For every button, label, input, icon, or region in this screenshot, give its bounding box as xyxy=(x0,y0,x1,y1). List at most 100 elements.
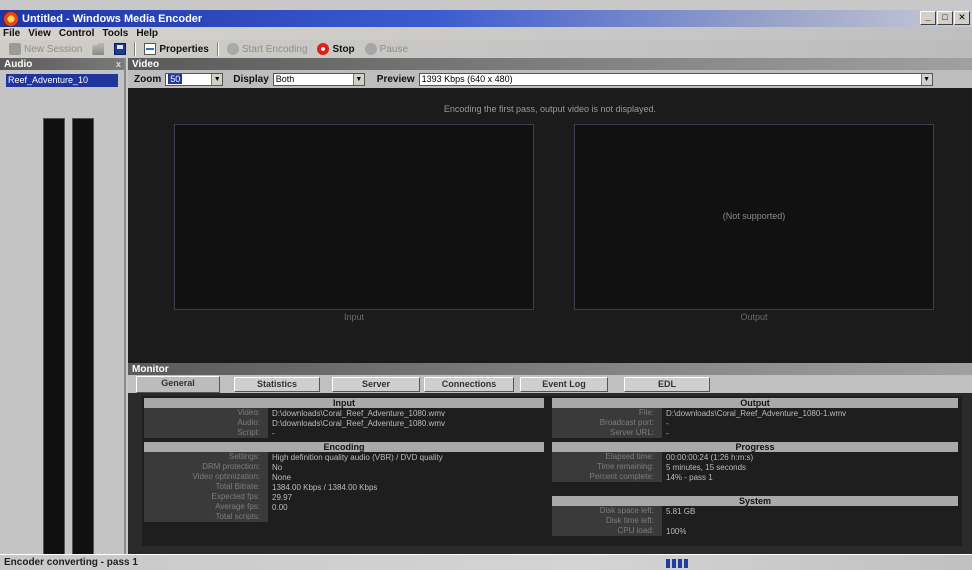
tab-server[interactable]: Server xyxy=(332,377,420,392)
status-bar: Encoder converting - pass 1 xyxy=(0,554,972,570)
menu-control[interactable]: Control xyxy=(59,28,95,39)
start-encoding-icon xyxy=(226,43,239,55)
open-button[interactable] xyxy=(87,41,109,57)
status-text: Encoder converting - pass 1 xyxy=(4,557,138,568)
row-label: Time remaining: xyxy=(552,462,662,472)
row-label: Audio: xyxy=(144,418,268,428)
row-label: Disk space left: xyxy=(552,506,662,516)
row-value: High definition quality audio (VBR) / DV… xyxy=(272,452,443,462)
audio-meter-right xyxy=(72,118,94,568)
zoom-value: 50 xyxy=(168,74,183,84)
row-label: Total scripts: xyxy=(144,512,268,522)
info-row: Settings: High definition quality audio (… xyxy=(144,452,544,462)
properties-label: Properties xyxy=(159,43,209,55)
info-row: Video: D:\downloads\Coral_Reef_Adventure_… xyxy=(144,408,544,418)
not-supported-text: (Not supported) xyxy=(722,211,786,221)
properties-button[interactable]: Properties xyxy=(139,41,213,57)
display-select[interactable]: Both ▼ xyxy=(272,72,365,86)
system-section: System Disk space left: 5.81 GB Disk time… xyxy=(552,496,958,536)
tab-statistics[interactable]: Statistics xyxy=(234,377,320,392)
stop-button[interactable]: Stop xyxy=(312,41,359,57)
toolbar-separator xyxy=(134,42,137,56)
zoom-label: Zoom xyxy=(134,73,162,85)
stop-icon xyxy=(317,43,330,55)
info-row: CPU load: 100% xyxy=(552,526,958,536)
preview-value: 1393 Kbps (640 x 480) xyxy=(421,74,513,84)
encoding-message: Encoding the first pass, output video is… xyxy=(443,104,657,114)
row-label: DRM protection: xyxy=(144,462,268,472)
tab-event-log[interactable]: Event Log xyxy=(520,377,608,392)
menu-tools[interactable]: Tools xyxy=(102,28,128,39)
row-label: Average fps: xyxy=(144,502,268,512)
row-value: 29.97 xyxy=(272,492,293,502)
menu-bar: File View Control Tools Help xyxy=(0,27,972,40)
input-caption: Input xyxy=(343,312,365,322)
row-label: File: xyxy=(552,408,662,418)
new-session-button[interactable]: New Session xyxy=(4,41,87,57)
audio-panel-title: Audio xyxy=(4,58,33,70)
row-value: D:\downloads\Coral_Reef_Adventure_1080.w… xyxy=(272,408,445,418)
window-controls: _ □ ✕ xyxy=(920,11,970,25)
chevron-down-icon[interactable]: ▼ xyxy=(211,73,223,85)
row-label: CPU load: xyxy=(552,526,662,536)
properties-icon xyxy=(144,43,157,55)
tab-edl[interactable]: EDL xyxy=(624,377,710,392)
tab-general[interactable]: General xyxy=(136,376,220,393)
chevron-down-icon[interactable]: ▼ xyxy=(920,73,932,85)
close-button[interactable]: ✕ xyxy=(954,11,970,25)
video-panel: Video Zoom 50 ▼ Display Both ▼ Preview 1… xyxy=(128,58,972,363)
title-bar[interactable]: Untitled - Windows Media Encoder _ □ ✕ xyxy=(0,10,972,27)
save-button[interactable] xyxy=(109,41,131,57)
info-row: Disk space left: 5.81 GB xyxy=(552,506,958,516)
pause-button[interactable]: Pause xyxy=(360,41,413,57)
save-disk-icon xyxy=(114,43,127,55)
input-section-title: Input xyxy=(144,398,544,408)
menu-view[interactable]: View xyxy=(28,28,51,39)
menu-file[interactable]: File xyxy=(3,28,20,39)
menu-help[interactable]: Help xyxy=(136,28,158,39)
row-value: No xyxy=(272,462,283,472)
start-encoding-button[interactable]: Start Encoding xyxy=(222,41,313,57)
row-label: Settings: xyxy=(144,452,268,462)
monitor-panel: Monitor General Statistics Server Connec… xyxy=(128,363,972,554)
monitor-tabs: General Statistics Server Connections Ev… xyxy=(128,375,972,393)
pause-icon xyxy=(364,43,377,55)
chevron-down-icon[interactable]: ▼ xyxy=(352,73,364,85)
info-row: DRM protection: No xyxy=(144,462,544,472)
start-encoding-label: Start Encoding xyxy=(241,43,308,55)
info-row: Expected fps: 29.97 xyxy=(144,492,544,502)
media-encoder-icon xyxy=(4,11,18,26)
pause-label: Pause xyxy=(379,43,409,55)
row-value: 5 minutes, 15 seconds xyxy=(666,462,747,472)
audio-source-select[interactable]: Reef_Adventure_10 xyxy=(6,74,118,87)
video-panel-title: Video xyxy=(132,58,160,70)
tab-connections[interactable]: Connections xyxy=(424,377,514,392)
system-section-title: System xyxy=(552,496,958,506)
display-label: Display xyxy=(233,73,269,85)
status-progress-indicator xyxy=(666,559,688,568)
info-row: Elapsed time: 00:00:00:24 (1:26 h:m:s) xyxy=(552,452,958,462)
zoom-select[interactable]: 50 ▼ xyxy=(165,72,224,86)
input-section: Input Video: D:\downloads\Coral_Reef_Adve… xyxy=(144,398,544,438)
new-session-icon xyxy=(9,43,21,55)
row-value: - xyxy=(666,428,669,438)
row-label: Video: xyxy=(144,408,268,418)
info-row: Average fps: 0.00 xyxy=(144,502,544,512)
row-value: 5.81 GB xyxy=(666,506,696,516)
row-value: 00:00:00:24 (1:26 h:m:s) xyxy=(666,452,754,462)
info-row: Disk time left: xyxy=(552,516,958,526)
info-row: Script: - xyxy=(144,428,544,438)
monitor-panel-title: Monitor xyxy=(132,363,169,375)
maximize-button[interactable]: □ xyxy=(937,11,953,25)
output-section: Output File: D:\downloads\Coral_Reef_Adve… xyxy=(552,398,958,438)
toolbar: New Session Properties Start Encoding St… xyxy=(0,40,972,58)
row-label: Disk time left: xyxy=(552,516,662,526)
info-row: Server URL: - xyxy=(552,428,958,438)
row-value: 100% xyxy=(666,526,687,536)
preview-select[interactable]: 1393 Kbps (640 x 480) ▼ xyxy=(418,72,933,86)
info-row: Audio: D:\downloads\Coral_Reef_Adventure_… xyxy=(144,418,544,428)
row-value: D:\downloads\Coral_Reef_Adventure_1080.w… xyxy=(272,418,445,428)
minimize-button[interactable]: _ xyxy=(920,11,936,25)
encoder-window: Untitled - Windows Media Encoder _ □ ✕ F… xyxy=(0,0,972,570)
audio-panel-close-icon[interactable]: x xyxy=(116,59,121,69)
